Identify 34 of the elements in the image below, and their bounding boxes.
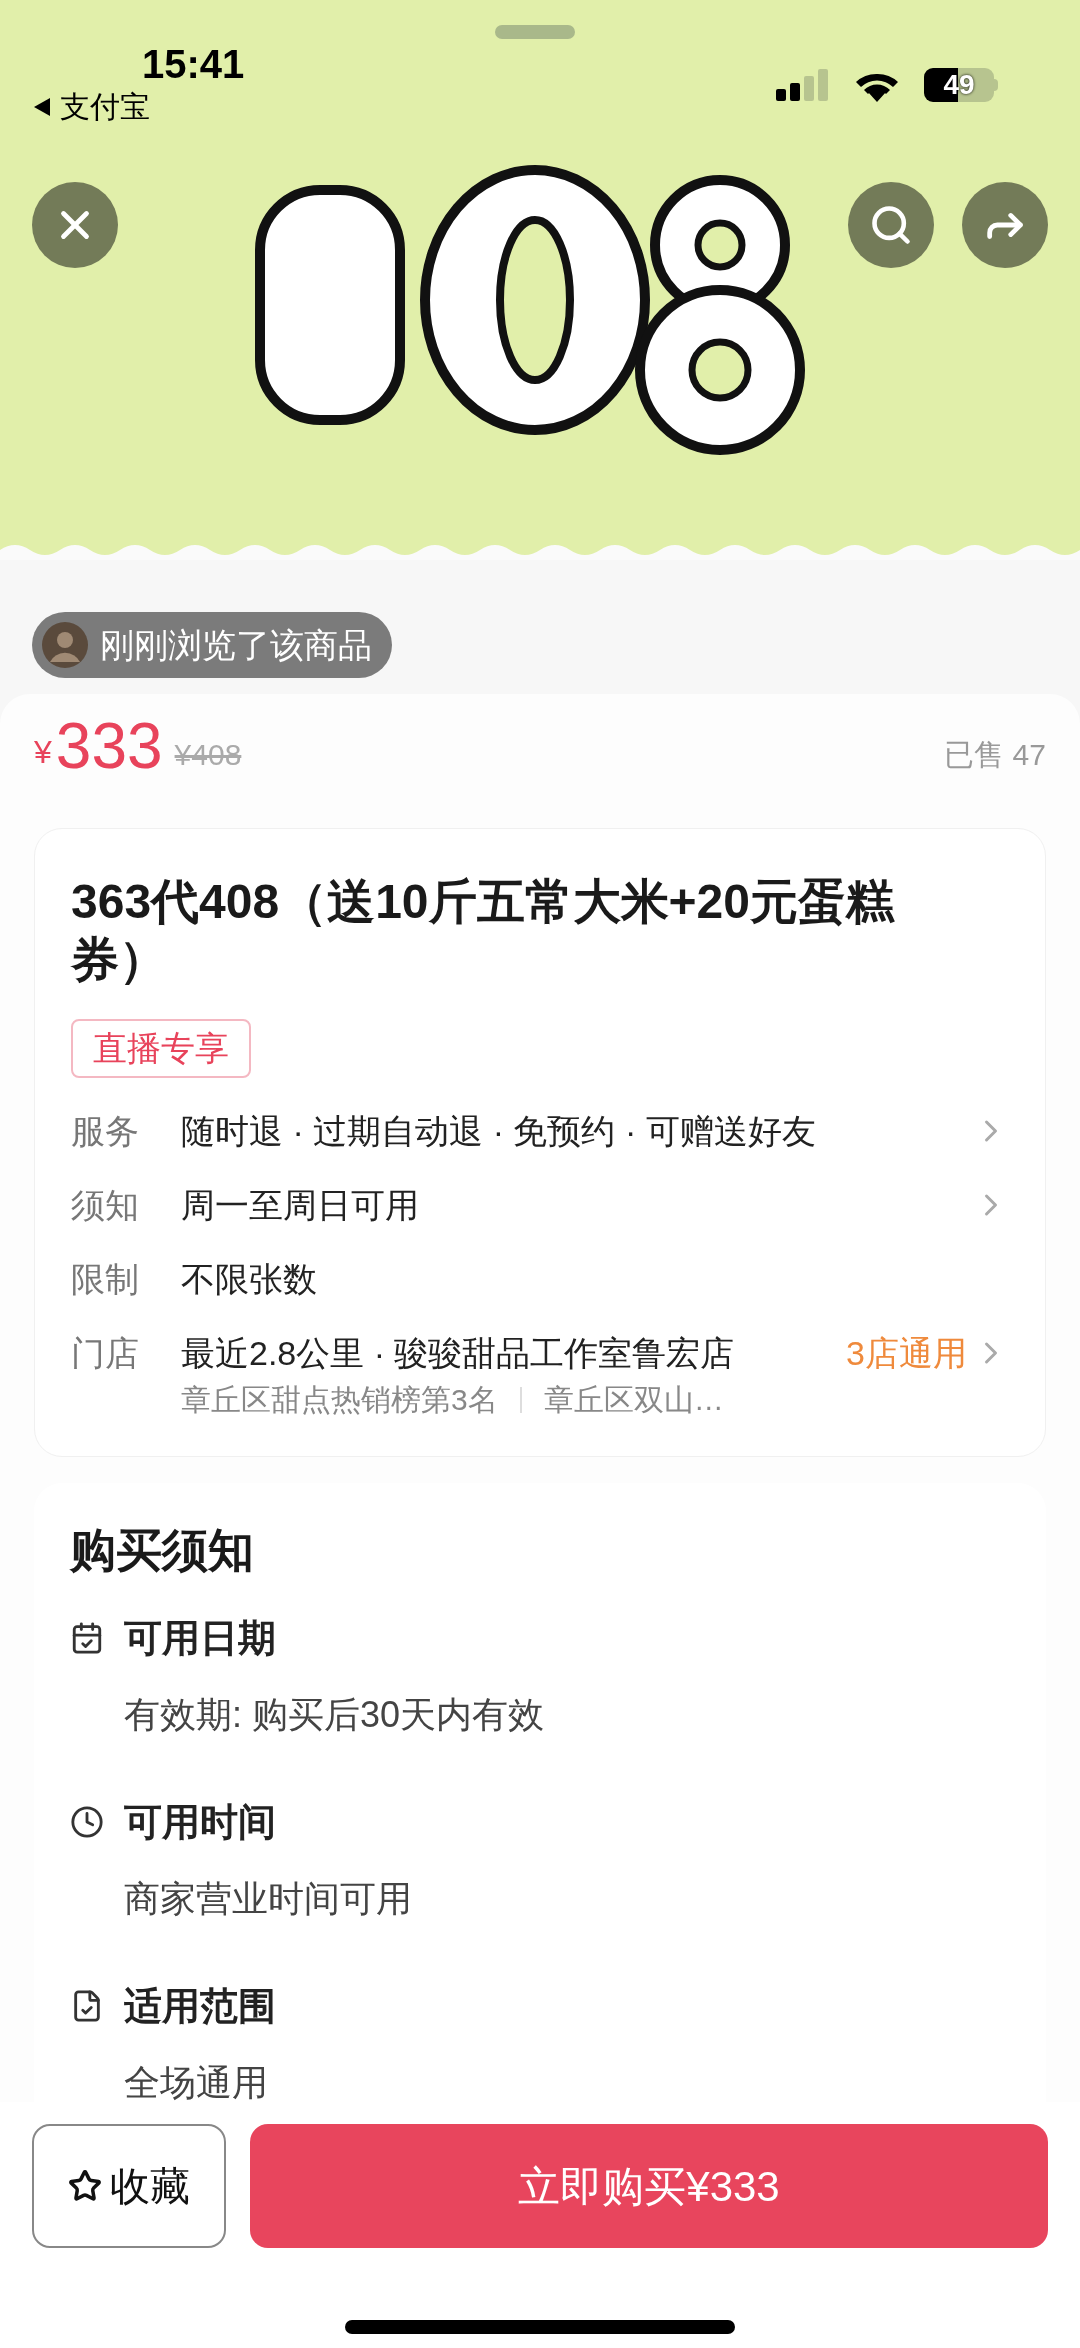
info-label: 服务 <box>71 1111 140 1152</box>
back-to-app-link[interactable]: 支付宝 <box>32 92 150 122</box>
original-price: ¥408 <box>174 740 242 770</box>
notice-item-text: 商家营业时间可用 <box>124 1881 413 1917</box>
clock-icon <box>70 1805 104 1839</box>
sold-count: 已售 47 <box>944 740 1046 770</box>
star-icon <box>68 2169 102 2203</box>
search-icon <box>869 203 913 247</box>
info-value: 最近2.8公里 · 骏骏甜品工作室鲁宏店 <box>181 1333 736 1374</box>
info-value: 随时退 · 过期自动退 · 免预约 · 可赠送好友 <box>181 1111 817 1152</box>
notice-title: 购买须知 <box>70 1527 255 1573</box>
favorite-button[interactable]: 收藏 <box>32 2124 226 2248</box>
store-detail: 章丘区双山… <box>543 1382 724 1418</box>
sale-price: ¥333 <box>34 714 163 778</box>
notice-item-text: 全场通用 <box>124 2065 269 2101</box>
calendar-icon <box>70 1621 104 1655</box>
status-time: 15:41 <box>142 44 245 84</box>
avatar <box>42 622 88 668</box>
notice-item-title: 适用范围 <box>124 1987 276 2025</box>
notice-item-text: 有效期: 购买后30天内有效 <box>124 1697 546 1733</box>
buy-now-button[interactable]: 立即购买¥333 <box>250 2124 1048 2248</box>
notice-item-title: 可用时间 <box>124 1803 276 1841</box>
product-title: 363代408（送10斤五常大米+20元蛋糕券） <box>71 874 896 988</box>
store-detail: 章丘区甜点热销榜第3名 <box>181 1382 498 1418</box>
live-exclusive-tag: 直播专享 <box>71 1019 251 1078</box>
info-label: 门店 <box>71 1333 140 1374</box>
info-label: 须知 <box>71 1185 140 1226</box>
notice-item-title: 可用日期 <box>124 1619 276 1657</box>
info-label: 限制 <box>71 1259 140 1300</box>
signal-icon <box>776 69 830 101</box>
back-triangle-icon <box>32 96 52 118</box>
info-value: 不限张数 <box>181 1259 318 1300</box>
viewed-text: 刚刚浏览了该商品 <box>100 628 372 662</box>
info-value: 周一至周日可用 <box>181 1185 420 1226</box>
